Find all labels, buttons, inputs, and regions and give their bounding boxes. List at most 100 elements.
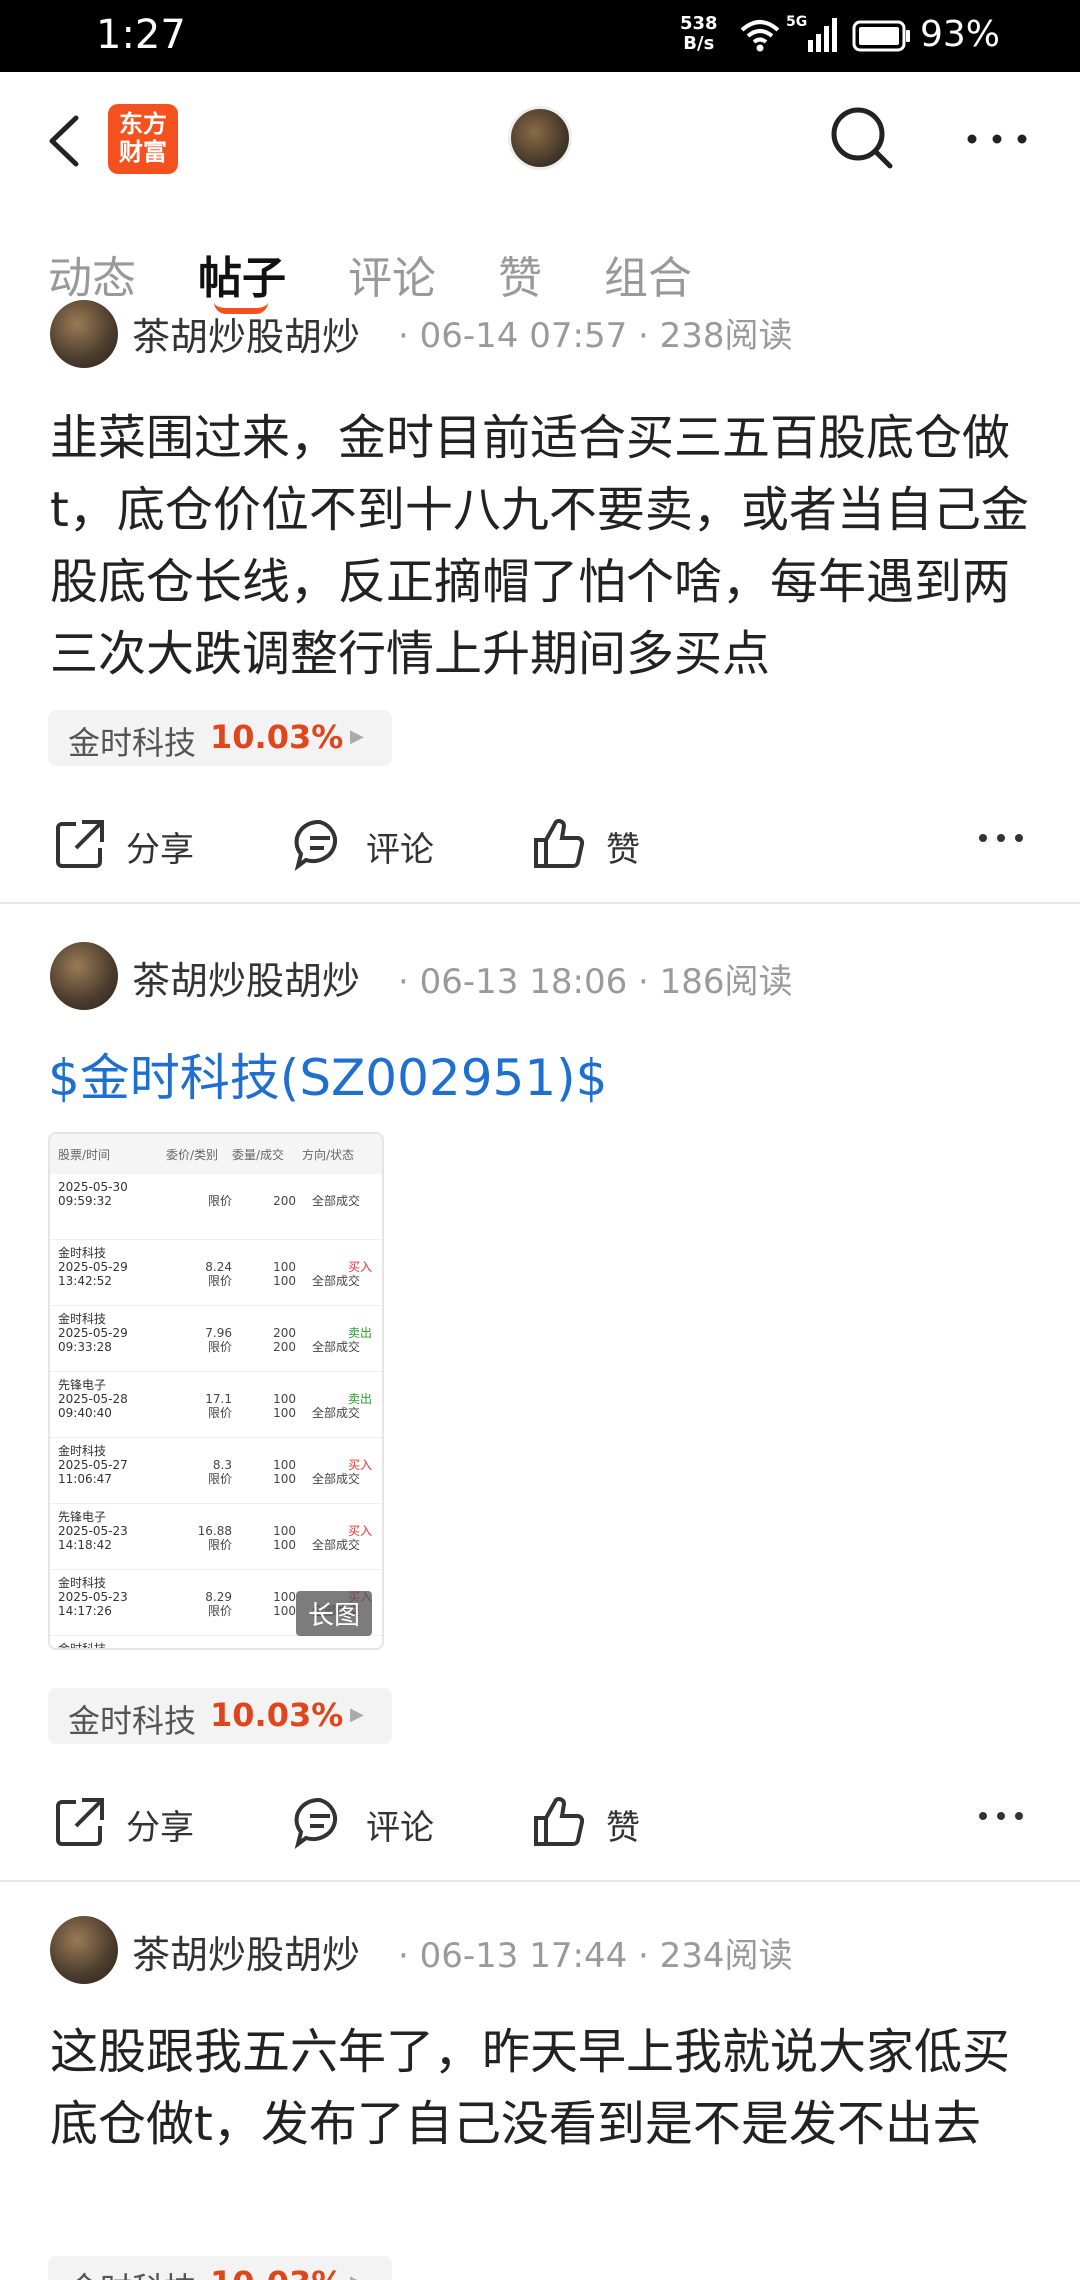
thumb-cell-qty: 100 100 — [272, 1392, 296, 1420]
thumb-cell-stock: 金时科技 2025-05-23 14:17:26 — [58, 1576, 128, 1618]
thumb-cell-direction: 买入全部成交 — [312, 1458, 380, 1486]
post-actions: 分享 评论 赞 — [0, 1780, 1080, 1860]
brand-logo-line2: 财富 — [119, 138, 167, 166]
author-name[interactable]: 茶胡炒股胡炒 — [132, 306, 360, 361]
post-item[interactable]: 茶胡炒股胡炒 · 06-13 17:44 · 234阅读 这股跟我五六年了，昨天… — [0, 1916, 1080, 2280]
thumb-price: 8.3 — [212, 1458, 232, 1472]
more-options-icon[interactable] — [976, 828, 1026, 848]
thumb-status: 全部成交 — [312, 1194, 361, 1208]
thumb-time: 13:42:52 — [58, 1274, 112, 1288]
thumb-table-row: 金时科技 2025-05-29 09:33:28 7.96 限价 200 200 卖出 全部成交 — [50, 1306, 382, 1372]
thumb-cell-stock: 2025-05-30 09:59:32 — [58, 1180, 128, 1208]
thumb-direction: 买入 — [347, 1458, 372, 1472]
thumb-status: 全部成交 — [312, 1406, 361, 1420]
brand-logo[interactable]: 东方 财富 — [108, 104, 178, 174]
share-icon — [56, 820, 104, 868]
post-text[interactable]: 韭菜围过来，金时目前适合买三五百股底仓做t，底仓价位不到十八九不要卖，或者当自己… — [50, 402, 1040, 690]
tab-posts[interactable]: 帖子 — [198, 242, 286, 306]
thumb-deal: 100 — [273, 1604, 296, 1618]
thumb-direction: 卖出 — [347, 1392, 372, 1406]
tab-likes[interactable]: 赞 — [498, 242, 542, 306]
thumb-cell-price: 8.24 限价 — [186, 1260, 232, 1288]
thumb-time: 09:33:28 — [58, 1340, 112, 1354]
thumb-cell-qty: 100 100 — [272, 1524, 296, 1552]
post-actions: 分享 评论 赞 — [0, 802, 1080, 882]
thumb-direction: 买入 — [347, 1524, 372, 1538]
thumb-date: 2025-05-29 — [58, 1260, 128, 1274]
post-text[interactable]: 这股跟我五六年了，昨天早上我就说大家低买底仓做t，发布了自己没看到是不是发不出去 — [50, 2016, 1040, 2160]
thumb-type: 限价 — [207, 1340, 232, 1354]
thumb-stock-name: 金时科技 — [58, 1642, 107, 1650]
stock-tag-change: 10.03% — [210, 718, 344, 756]
back-icon[interactable] — [40, 106, 90, 176]
post-item[interactable]: 茶胡炒股胡炒 · 06-13 18:06 · 186阅读 $金时科技(SZ002… — [0, 940, 1080, 1880]
network-speed-unit: B/s — [683, 33, 715, 54]
more-icon[interactable] — [962, 124, 1032, 154]
thumb-type: 限价 — [207, 1274, 232, 1288]
thumb-table-row: 金时科技2025-05-238.31100买入 — [50, 1636, 382, 1650]
thumb-date: 2025-05-23 — [58, 1590, 128, 1604]
post-header: 茶胡炒股胡炒 · 06-14 07:57 · 238阅读 — [50, 300, 1050, 380]
more-options-icon[interactable] — [976, 1806, 1026, 1826]
caret-right-icon: ▶ — [350, 726, 364, 747]
author-avatar[interactable] — [50, 300, 118, 368]
thumb-qty: 100 — [273, 1260, 296, 1274]
author-name[interactable]: 茶胡炒股胡炒 — [132, 1924, 360, 1979]
stock-tag-change: 10.03% — [210, 1696, 344, 1734]
thumb-time: 09:59:32 — [58, 1194, 112, 1208]
thumb-date: 2025-05-28 — [58, 1392, 128, 1406]
thumb-type: 限价 — [207, 1604, 232, 1618]
stock-link[interactable]: $金时科技(SZ002951)$ — [48, 1038, 608, 1110]
caret-right-icon: ▶ — [350, 1704, 364, 1725]
profile-avatar[interactable] — [508, 106, 572, 170]
thumb-deal: 200 — [273, 1340, 296, 1354]
thumb-table-row: 金时科技 2025-05-29 13:42:52 8.24 限价 100 100 买入 全部成交 — [50, 1240, 382, 1306]
stock-tag[interactable]: 金时科技 10.03% ▶ — [48, 1688, 392, 1744]
post-image-thumbnail[interactable]: 股票/时间 委价/类别 委量/成交 方向/状态 2025-05-30 09:59:… — [48, 1132, 384, 1650]
post-item[interactable]: 茶胡炒股胡炒 · 06-14 07:57 · 238阅读 韭菜围过来，金时目前适… — [0, 300, 1080, 902]
thumb-cell-direction: 买入全部成交 — [312, 1260, 380, 1288]
search-icon[interactable] — [826, 102, 898, 174]
thumb-time: 14:17:26 — [58, 1604, 112, 1618]
stock-tag[interactable]: 金时科技 10.03% ▶ — [48, 710, 392, 766]
thumb-cell-stock: 先锋电子 2025-05-23 14:18:42 — [58, 1510, 128, 1552]
status-time: 1:27 — [96, 12, 186, 58]
author-name[interactable]: 茶胡炒股胡炒 — [132, 950, 360, 1005]
thumb-status: 全部成交 — [312, 1274, 361, 1288]
thumb-table-row: 先锋电子 2025-05-28 09:40:40 17.1 限价 100 100 卖出 全部成交 — [50, 1372, 382, 1438]
thumb-qty: 100 — [273, 1590, 296, 1604]
thumb-qty: 200 — [273, 1326, 296, 1340]
thumb-type: 限价 — [207, 1472, 232, 1486]
thumbs-up-icon — [534, 819, 585, 868]
comment-label: 评论 — [366, 830, 434, 870]
thumb-col-header: 股票/时间 — [58, 1147, 111, 1162]
thumb-cell-stock: 先锋电子 2025-05-28 09:40:40 — [58, 1378, 128, 1420]
thumb-qty: 100 — [273, 1458, 296, 1472]
thumb-direction: 卖出 — [347, 1326, 372, 1340]
author-avatar[interactable] — [50, 1916, 118, 1984]
thumb-cell-price: 16.88 限价 — [186, 1524, 232, 1552]
thumb-table-row: 金时科技 2025-05-27 11:06:47 8.3 限价 100 100 买入 全部成交 — [50, 1438, 382, 1504]
thumb-table-body: 2025-05-30 09:59:32 限价 200 全部成交 金时科技 2025-05-2… — [50, 1174, 382, 1650]
stock-tag[interactable]: 金时科技 10.03% ▶ — [48, 2256, 392, 2280]
thumb-cell-qty: 200 200 — [272, 1326, 296, 1354]
brand-logo-line1: 东方 — [119, 110, 167, 138]
comment-icon — [294, 819, 338, 871]
wifi-icon — [740, 20, 780, 52]
thumb-direction: 买入 — [347, 1260, 372, 1274]
thumb-price: 17.1 — [205, 1392, 232, 1406]
thumb-cell-direction: 卖出 全部成交 — [312, 1326, 380, 1354]
tab-portfolio[interactable]: 组合 — [604, 242, 692, 306]
tab-comments[interactable]: 评论 — [348, 242, 436, 306]
tab-dynamic[interactable]: 动态 — [48, 242, 136, 306]
status-bar: 1:27 538 B/s 5G 93% — [0, 0, 1080, 72]
thumb-cell-price: 8.29 限价 — [186, 1590, 232, 1618]
thumb-stock-name: 金时科技 — [58, 1576, 107, 1590]
thumbs-up-icon — [534, 1797, 585, 1846]
thumb-col-header: 委量/成交 — [232, 1147, 285, 1162]
author-avatar[interactable] — [50, 942, 118, 1010]
top-nav: 东方 财富 — [0, 72, 1080, 208]
battery-percent: 93% — [920, 14, 1001, 55]
thumb-time: 09:40:40 — [58, 1406, 112, 1420]
stock-tag-name: 金时科技 — [68, 724, 197, 762]
